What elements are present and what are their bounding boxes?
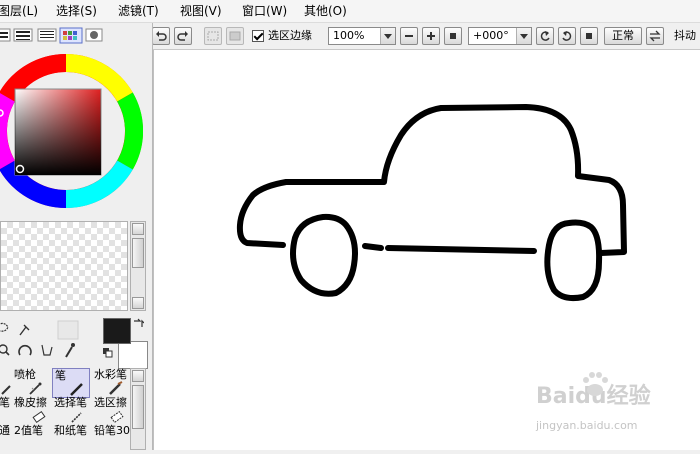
reset-colors-icon[interactable] xyxy=(103,348,113,358)
selection-edge-label: 选区边缘 xyxy=(268,29,312,42)
swatch-scratchpad[interactable] xyxy=(0,221,128,311)
brush-tool-grid: 喷枪 笔 水彩笔 笔 橡皮擦 选择笔 选区擦 通 2值笔 和纸笔 铅笔30 xyxy=(0,368,130,450)
menu-other[interactable]: 其他(O) xyxy=(304,3,347,19)
hue-ring xyxy=(0,53,144,209)
selection-edge-checkbox[interactable] xyxy=(252,30,264,42)
color-mode-tabs xyxy=(0,27,104,45)
menu-bar: 图层(L) 选择(S) 滤镜(T) 视图(V) 窗口(W) 其他(O) xyxy=(0,0,700,23)
select-eraser-icon xyxy=(110,410,124,424)
color-wheel[interactable] xyxy=(0,53,144,209)
foreground-color-swatch[interactable] xyxy=(103,318,131,344)
scroll-down-icon[interactable] xyxy=(132,297,144,309)
deselect-button[interactable] xyxy=(204,27,222,45)
chevron-down-icon xyxy=(516,28,531,44)
watercolor-brush-icon xyxy=(109,381,123,395)
eraser-icon xyxy=(32,410,46,424)
tool-select-eraser[interactable]: 选区擦 xyxy=(92,396,130,426)
blend-mode-button[interactable]: 正常 xyxy=(604,27,642,45)
menu-view[interactable]: 视图(V) xyxy=(180,3,222,19)
undo-icon xyxy=(156,31,167,41)
rotate-right-button[interactable] xyxy=(558,27,576,45)
zoom-out-button[interactable] xyxy=(400,27,418,45)
menu-select[interactable]: 选择(S) xyxy=(56,3,97,19)
scroll-up-icon[interactable] xyxy=(132,370,144,382)
selection-tool-icons xyxy=(0,320,79,358)
zoom-value: 100% xyxy=(333,29,365,42)
menu-layer[interactable]: 图层(L) xyxy=(0,3,38,19)
scroll-thumb[interactable] xyxy=(132,238,144,268)
zoom-select[interactable]: 100% xyxy=(328,27,396,45)
left-panel: 喷枪 笔 水彩笔 笔 橡皮擦 选择笔 选区擦 通 2值笔 和纸笔 铅笔30 xyxy=(0,23,153,450)
swap-colors-icon[interactable] xyxy=(132,318,144,330)
scroll-thumb[interactable] xyxy=(132,385,144,429)
tool-pen[interactable]: 笔 xyxy=(52,368,90,398)
invert-selection-icon xyxy=(229,31,241,41)
chevron-down-icon xyxy=(380,28,395,44)
plus-icon xyxy=(427,32,435,40)
background-color-swatch[interactable] xyxy=(118,341,148,369)
paw-logo-icon xyxy=(583,372,608,396)
zoom-reset-button[interactable] xyxy=(444,27,462,45)
tool-watercolor[interactable]: 水彩笔 xyxy=(92,368,130,398)
deselect-icon xyxy=(207,31,219,41)
reset-square-icon xyxy=(586,33,592,39)
rotate-left-icon xyxy=(540,31,550,41)
rotation-reset-button[interactable] xyxy=(580,27,598,45)
rotate-right-icon xyxy=(562,31,572,41)
flip-horizontal-button[interactable] xyxy=(646,27,664,45)
stabilizer-label: 抖动 xyxy=(674,29,696,42)
watermark-url: jingyan.baidu.com xyxy=(536,419,638,432)
selection-tools xyxy=(0,319,90,365)
menu-filter[interactable]: 滤镜(T) xyxy=(118,3,159,19)
zoom-in-button[interactable] xyxy=(422,27,440,45)
flip-horizontal-icon xyxy=(649,30,661,42)
rotation-value: +000° xyxy=(473,29,509,42)
scratchpad-scrollbar[interactable] xyxy=(130,221,146,311)
menu-window[interactable]: 窗口(W) xyxy=(242,3,287,19)
scroll-up-icon[interactable] xyxy=(132,223,144,235)
redo-icon xyxy=(177,31,188,41)
airbrush-icon xyxy=(29,382,42,395)
canvas-toolbar: 选区边缘 100% +000° 正常 抖动 xyxy=(152,23,700,50)
undo-button[interactable] xyxy=(152,27,170,45)
select-pen-icon xyxy=(71,412,82,423)
tool-eraser[interactable]: 橡皮擦 xyxy=(12,396,50,426)
reset-square-icon xyxy=(450,33,456,39)
color-mode-icons xyxy=(0,27,103,44)
minus-icon xyxy=(405,35,413,37)
rotation-select[interactable]: +000° xyxy=(468,27,532,45)
tool-select-pen[interactable]: 选择笔 xyxy=(52,396,90,426)
tool-airbrush[interactable]: 喷枪 xyxy=(12,368,50,398)
tool-grid-scrollbar[interactable] xyxy=(130,368,146,450)
invert-selection-button[interactable] xyxy=(226,27,244,45)
pen-icon xyxy=(70,383,83,396)
blend-mode-label: 正常 xyxy=(612,29,634,42)
rotate-left-button[interactable] xyxy=(536,27,554,45)
redo-button[interactable] xyxy=(174,27,192,45)
